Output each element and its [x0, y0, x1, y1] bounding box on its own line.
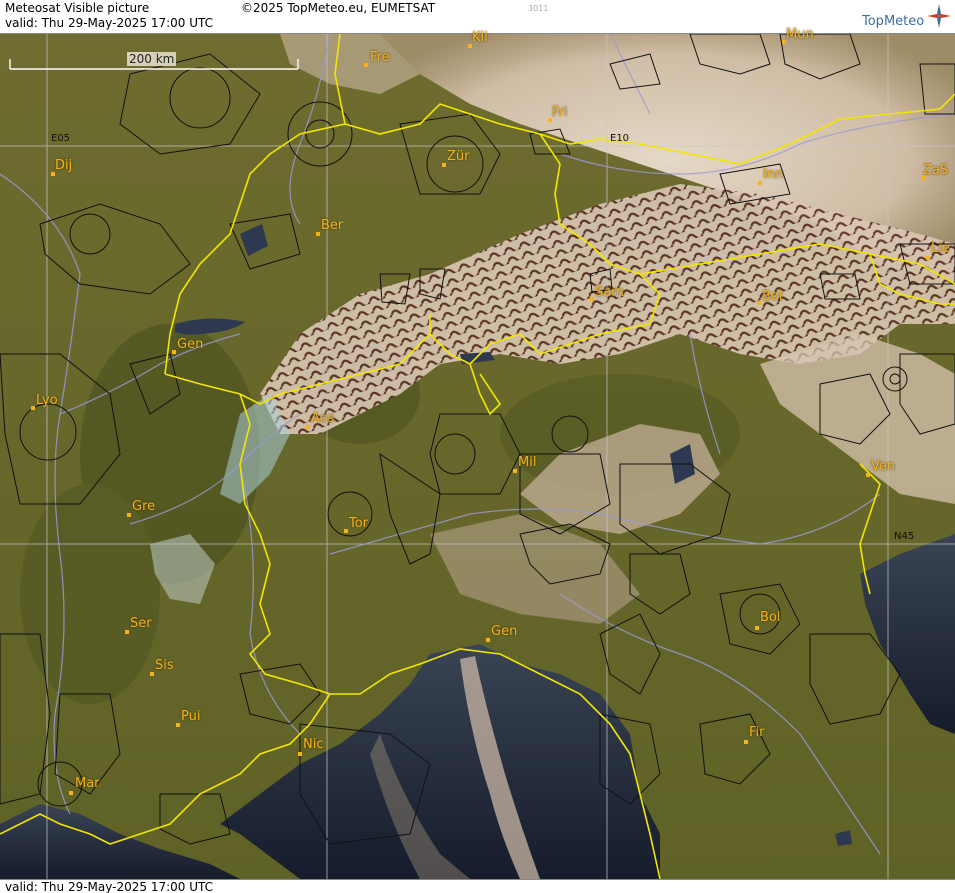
- city-label-fir[interactable]: Fir: [749, 725, 765, 740]
- city-dot-inn: [758, 181, 762, 185]
- city-dot-mil: [513, 469, 517, 473]
- city-label-fre[interactable]: Fre: [370, 50, 390, 65]
- scale-label: 200 km: [127, 52, 177, 66]
- viewer: Meteosat Visible picture valid: Thu 29-M…: [0, 0, 955, 893]
- city-dot-zur: [442, 163, 446, 167]
- city-label-inn[interactable]: Inn: [763, 167, 783, 182]
- city-label-bol2[interactable]: Bol: [760, 610, 780, 625]
- city-dot-ven: [866, 473, 870, 477]
- city-label-lie[interactable]: Lie: [931, 241, 950, 256]
- city-dot-pui: [176, 723, 180, 727]
- city-label-ber[interactable]: Ber: [321, 218, 343, 233]
- city-label-dij[interactable]: Dij: [55, 158, 72, 173]
- city-label-gen2[interactable]: Gen: [491, 624, 517, 639]
- city-dot-sam: [590, 297, 594, 301]
- city-label-gre[interactable]: Gre: [132, 499, 155, 514]
- city-dot-lie: [926, 256, 930, 260]
- copyright: ©2025 TopMeteo.eu, EUMETSAT: [241, 1, 436, 15]
- city-dot-ber: [316, 232, 320, 236]
- grid-label-e10: E10: [610, 133, 630, 144]
- city-dot-aos: [306, 425, 310, 429]
- grid-label-n45: N45: [894, 531, 915, 542]
- city-dot-sis: [150, 672, 154, 676]
- city-dot-fre: [364, 63, 368, 67]
- city-label-nic[interactable]: Nic: [303, 737, 323, 752]
- city-label-ser[interactable]: Ser: [130, 616, 152, 631]
- city-label-bol1[interactable]: Bol: [762, 289, 782, 304]
- city-dot-ser: [125, 630, 129, 634]
- valid-time-top: valid: Thu 29-May-2025 17:00 UTC: [5, 16, 214, 30]
- city-label-tor[interactable]: Tor: [349, 516, 368, 531]
- city-dot-gre: [127, 513, 131, 517]
- city-label-zur[interactable]: Zür: [447, 149, 470, 164]
- footer-bar: valid: Thu 29-May-2025 17:00 UTC: [0, 879, 955, 893]
- city-label-kli[interactable]: Kli: [472, 30, 488, 45]
- city-label-ven[interactable]: Ven: [871, 459, 895, 474]
- city-dot-gen2: [486, 638, 490, 642]
- city-label-mil[interactable]: Mil: [518, 455, 536, 470]
- city-label-gen1[interactable]: Gen: [177, 337, 203, 352]
- city-label-aos[interactable]: Aos: [311, 411, 334, 426]
- city-label-sis[interactable]: Sis: [155, 658, 174, 673]
- satellite-map[interactable]: [0, 34, 955, 879]
- brand-name[interactable]: TopMeteo: [862, 14, 924, 29]
- city-dot-nic: [298, 752, 302, 756]
- city-dot-gen1: [172, 350, 176, 354]
- city-label-lyo[interactable]: Lyo: [36, 393, 58, 408]
- product-code: 3011: [528, 4, 549, 13]
- valid-time-bottom: valid: Thu 29-May-2025 17:00 UTC: [5, 880, 214, 893]
- city-label-mun[interactable]: Mun: [786, 27, 814, 42]
- grid-label-e05: E05: [51, 133, 71, 144]
- city-dot-tor: [344, 529, 348, 533]
- city-dot-fir: [744, 740, 748, 744]
- city-label-zas[interactable]: ZaS: [923, 163, 948, 178]
- product-title: Meteosat Visible picture: [5, 1, 150, 15]
- city-label-pui[interactable]: Pui: [181, 709, 200, 724]
- city-dot-bol1: [757, 301, 761, 305]
- city-dot-lyo: [31, 406, 35, 410]
- city-dot-bol2: [755, 626, 759, 630]
- city-dot-mar: [69, 791, 73, 795]
- city-label-sam[interactable]: Sam: [595, 285, 624, 300]
- city-label-mar[interactable]: Mar: [75, 776, 100, 791]
- topmeteo-logo-icon: [927, 4, 951, 28]
- city-label-fri[interactable]: Fri: [552, 105, 568, 120]
